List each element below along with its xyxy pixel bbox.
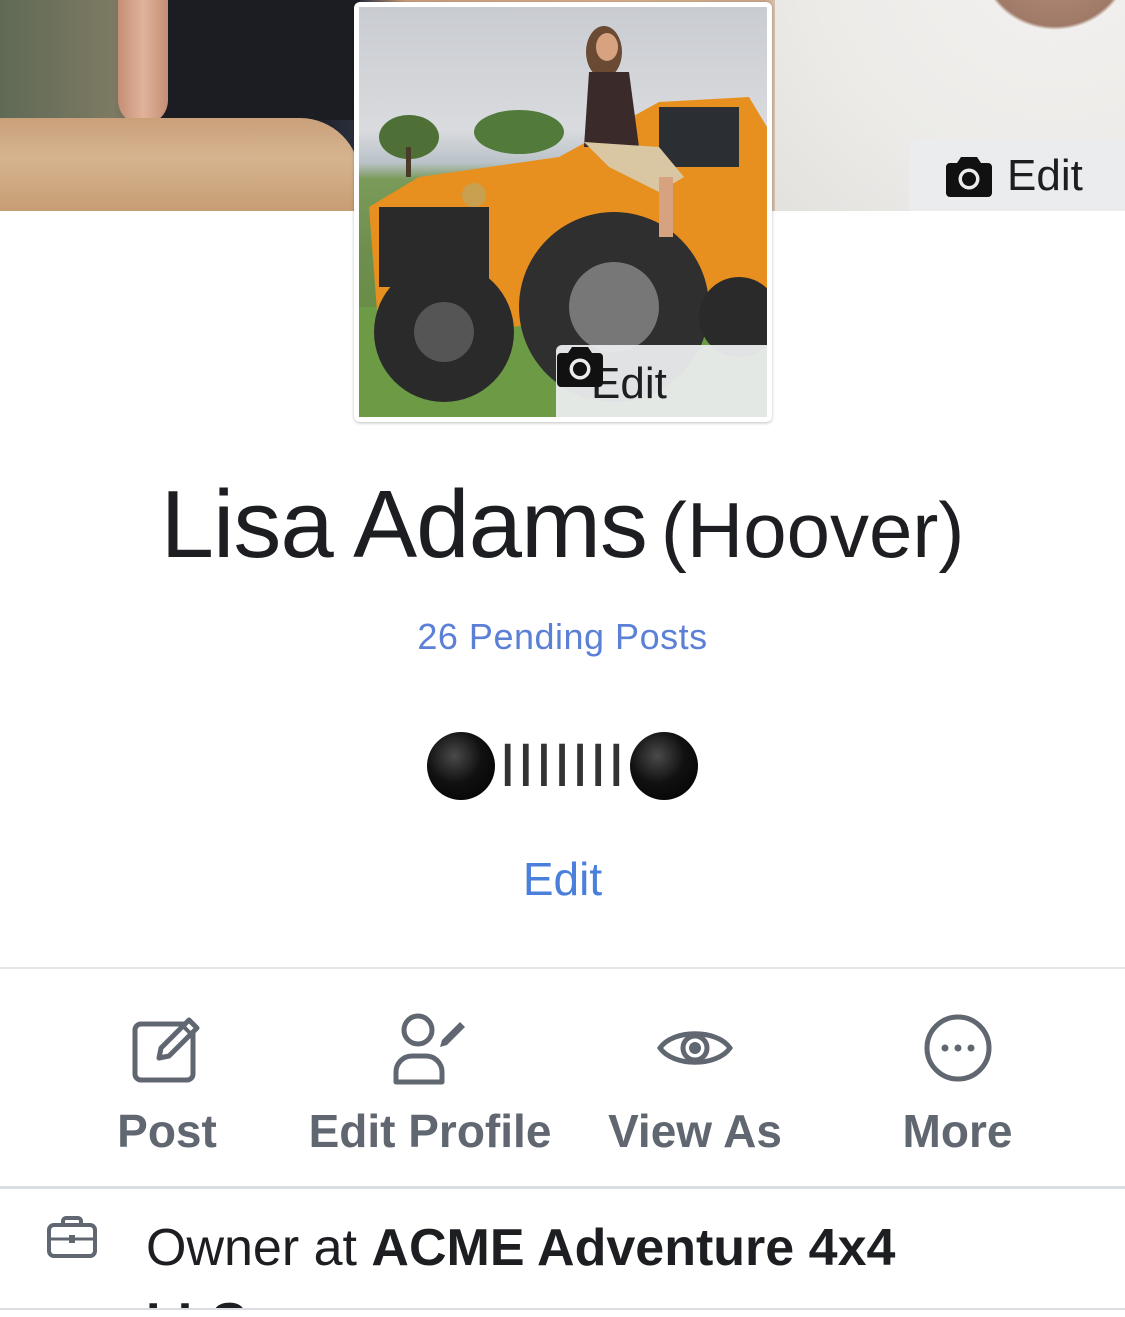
profile-picture[interactable]: Edit xyxy=(354,2,772,422)
view-as-button-label: View As xyxy=(608,1105,782,1157)
cover-photo-arm xyxy=(118,0,168,125)
cover-photo-figure xyxy=(160,0,360,120)
edit-profile-icon xyxy=(393,1013,465,1084)
work-company-continued: LLC xyxy=(146,1291,247,1308)
bio-edit-link[interactable]: Edit xyxy=(0,852,1125,906)
work-text: Owner at ACME Adventure 4x4 xyxy=(146,1217,895,1279)
cover-photo-dog xyxy=(0,118,360,211)
black-circle-icon xyxy=(629,732,698,800)
more-button-label: More xyxy=(902,1105,1013,1157)
profile-name: Lisa Adams (Hoover) xyxy=(0,470,1125,580)
more-button[interactable]: More xyxy=(890,1005,1025,1158)
post-button[interactable]: Post xyxy=(112,1005,222,1158)
profile-name-main: Lisa Adams xyxy=(160,471,648,578)
view-as-button[interactable]: View As xyxy=(600,1005,790,1158)
post-button-label: Post xyxy=(117,1105,217,1157)
compose-icon xyxy=(132,1017,200,1082)
edit-profile-button[interactable]: Edit Profile xyxy=(300,1005,560,1158)
eye-icon xyxy=(657,1030,733,1065)
profile-bio: IIIIIII xyxy=(0,730,1125,802)
black-circle-icon xyxy=(427,732,496,800)
edit-profile-button-label: Edit Profile xyxy=(308,1105,552,1157)
profile-picture-edit-button[interactable]: Edit xyxy=(556,345,767,417)
briefcase-icon xyxy=(47,1216,97,1258)
bio-grill-text: IIIIIII xyxy=(499,732,626,800)
divider xyxy=(0,1186,1125,1189)
profile-alternate-name: (Hoover) xyxy=(660,486,965,574)
profile-actions: Post Edit Profile View As More xyxy=(0,1005,1125,1175)
work-prefix: Owner at xyxy=(146,1219,372,1277)
camera-icon xyxy=(946,156,992,197)
cover-edit-label: Edit xyxy=(1007,150,1083,200)
camera-icon xyxy=(557,347,603,387)
work-company[interactable]: ACME Adventure 4x4 xyxy=(371,1219,895,1277)
divider xyxy=(0,1308,1125,1310)
work-info[interactable]: Owner at ACME Adventure 4x4 LLC xyxy=(0,1195,1125,1308)
cover-edit-button[interactable]: Edit xyxy=(909,140,1125,211)
divider xyxy=(0,967,1125,969)
profile-photo: Edit xyxy=(359,7,767,417)
more-icon xyxy=(924,1014,991,1081)
pending-posts-link[interactable]: 26 Pending Posts xyxy=(0,616,1125,658)
